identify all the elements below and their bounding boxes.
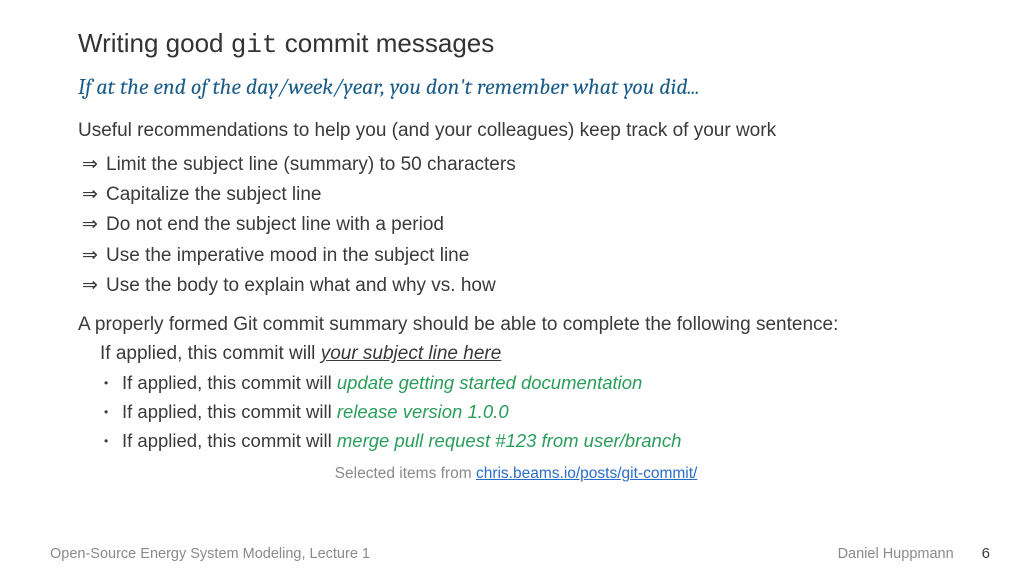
list-item: If applied, this commit will release ver… xyxy=(122,398,954,427)
list-item: Do not end the subject line with a perio… xyxy=(106,210,954,240)
slide-subtitle: If at the end of the day/week/year, you … xyxy=(78,74,954,100)
examples-list: If applied, this commit will update gett… xyxy=(78,369,954,455)
completion-template: If applied, this commit will your subjec… xyxy=(78,343,954,365)
footer-right: Daniel Huppmann 6 xyxy=(838,545,990,562)
footer-left: Open-Source Energy System Modeling, Lect… xyxy=(50,546,370,562)
source-line: Selected items from chris.beams.io/posts… xyxy=(78,465,954,483)
list-item: Use the body to explain what and why vs.… xyxy=(106,271,954,301)
completion-prefix: If applied, this commit will xyxy=(100,343,321,364)
footer-author: Daniel Huppmann xyxy=(838,546,954,562)
rules-list: Limit the subject line (summary) to 50 c… xyxy=(78,150,954,302)
example-prefix: If applied, this commit will xyxy=(122,372,337,393)
example-prefix: If applied, this commit will xyxy=(122,401,337,422)
slide-title: Writing good git commit messages xyxy=(78,28,954,60)
page-number: 6 xyxy=(982,545,990,562)
list-item: If applied, this commit will merge pull … xyxy=(122,427,954,456)
list-item: Limit the subject line (summary) to 50 c… xyxy=(106,150,954,180)
list-item: If applied, this commit will update gett… xyxy=(122,369,954,398)
intro-paragraph: Useful recommendations to help you (and … xyxy=(78,118,954,144)
sentence-intro: A properly formed Git commit summary sho… xyxy=(78,312,954,338)
title-pre: Writing good xyxy=(78,28,231,58)
example-text: update getting started documentation xyxy=(337,372,642,393)
title-post: commit messages xyxy=(278,28,495,58)
slide-footer: Open-Source Energy System Modeling, Lect… xyxy=(0,545,1024,562)
list-item: Capitalize the subject line xyxy=(106,180,954,210)
example-text: release version 1.0.0 xyxy=(337,401,509,422)
source-link[interactable]: chris.beams.io/posts/git-commit/ xyxy=(476,465,697,482)
list-item: Use the imperative mood in the subject l… xyxy=(106,241,954,271)
title-mono: git xyxy=(231,30,278,60)
example-text: merge pull request #123 from user/branch xyxy=(337,430,682,451)
completion-placeholder: your subject line here xyxy=(321,343,502,364)
example-prefix: If applied, this commit will xyxy=(122,430,337,451)
slide-content: Writing good git commit messages If at t… xyxy=(0,0,1024,483)
source-label: Selected items from xyxy=(335,465,476,482)
